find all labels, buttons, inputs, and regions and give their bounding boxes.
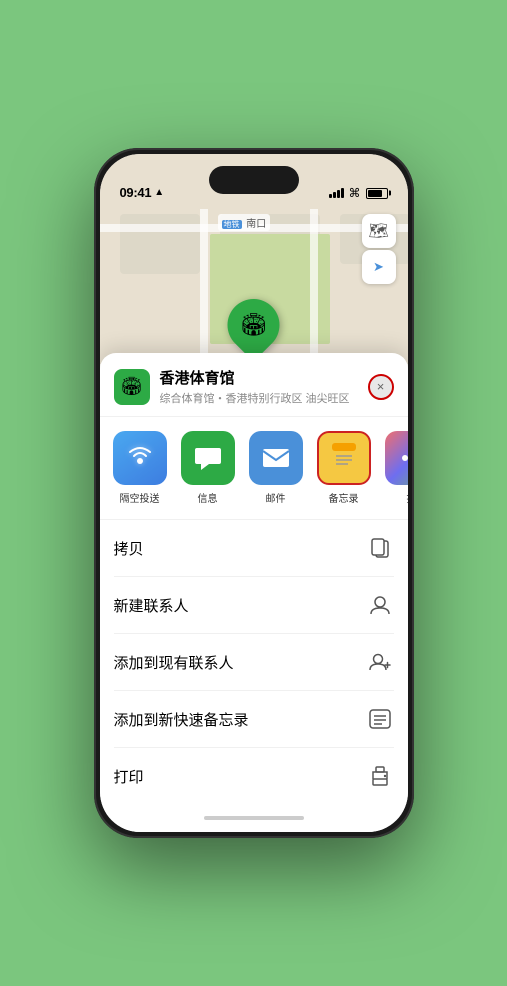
home-indicator	[100, 804, 408, 832]
mail-label: 邮件	[266, 490, 286, 505]
map-label-south: 地铁 南口	[218, 214, 271, 231]
airdrop-label: 隔空投送	[120, 490, 160, 505]
airdrop-icon	[126, 441, 154, 476]
signal-bar-4	[341, 188, 344, 198]
map-label-text: 南口	[246, 219, 266, 230]
wifi-icon: ⌘	[349, 186, 361, 200]
home-bar	[204, 816, 304, 820]
new-contact-icon	[366, 591, 394, 619]
message-label: 信息	[198, 490, 218, 505]
share-item-mail[interactable]: 邮件	[246, 431, 306, 505]
signal-bar-3	[337, 190, 340, 198]
location-info: 香港体育馆 综合体育馆・香港特别行政区 油尖旺区	[160, 367, 368, 406]
action-add-notes[interactable]: 添加到新快速备忘录	[114, 691, 394, 748]
print-icon	[366, 762, 394, 790]
signal-bars	[329, 188, 344, 198]
bottom-sheet: 🏟 香港体育馆 综合体育馆・香港特别行政区 油尖旺区 ×	[100, 353, 408, 832]
marker-emoji: 🏟	[240, 312, 268, 338]
location-header: 🏟 香港体育馆 综合体育馆・香港特别行政区 油尖旺区 ×	[100, 353, 408, 417]
location-arrow-btn-icon: ➤	[373, 259, 384, 275]
map-type-button[interactable]: 🗺	[362, 214, 396, 248]
battery-fill	[368, 190, 382, 197]
share-item-airdrop[interactable]: 隔空投送	[110, 431, 170, 505]
phone-frame: 09:41 ▲ ⌘	[94, 148, 414, 838]
action-add-existing-label: 添加到现有联系人	[114, 652, 234, 673]
share-item-notes[interactable]: 备忘录	[314, 431, 374, 505]
share-row: 隔空投送 信息	[100, 417, 408, 520]
status-time: 09:41	[120, 185, 152, 200]
notes-label: 备忘录	[329, 490, 359, 505]
map-controls: 🗺 ➤	[362, 214, 396, 284]
marker-pin: 🏟	[217, 288, 291, 362]
map-block-1	[120, 214, 200, 274]
map-label-badge: 地铁	[222, 220, 242, 229]
status-icons: ⌘	[329, 186, 388, 200]
map-type-icon: 🗺	[368, 221, 388, 241]
airdrop-icon-wrap	[113, 431, 167, 485]
action-copy-label: 拷贝	[114, 538, 144, 559]
location-button[interactable]: ➤	[362, 250, 396, 284]
location-icon-emoji: 🏟	[120, 376, 143, 397]
location-description: 综合体育馆・香港特别行政区 油尖旺区	[160, 390, 368, 406]
battery-icon	[366, 188, 388, 199]
close-button[interactable]: ×	[368, 374, 394, 400]
message-icon-wrap	[181, 431, 235, 485]
action-new-contact-label: 新建联系人	[114, 595, 189, 616]
location-card-icon: 🏟	[114, 369, 150, 405]
share-item-message[interactable]: 信息	[178, 431, 238, 505]
location-arrow-icon: ▲	[154, 187, 164, 198]
mail-icon-wrap	[249, 431, 303, 485]
share-item-more[interactable]: 推	[382, 431, 408, 505]
more-icon-wrap	[385, 431, 408, 485]
more-label: 推	[407, 490, 408, 505]
notes-icon-wrap	[317, 431, 371, 485]
location-name: 香港体育馆	[160, 367, 368, 388]
signal-bar-2	[333, 192, 336, 198]
close-icon: ×	[377, 379, 385, 394]
add-existing-icon	[366, 648, 394, 676]
copy-icon	[366, 534, 394, 562]
action-add-notes-label: 添加到新快速备忘录	[114, 709, 249, 730]
action-print-label: 打印	[114, 766, 144, 787]
action-list: 拷贝 新建联系人	[100, 520, 408, 804]
phone-screen: 09:41 ▲ ⌘	[100, 154, 408, 832]
action-new-contact[interactable]: 新建联系人	[114, 577, 394, 634]
add-notes-icon	[366, 705, 394, 733]
action-add-existing[interactable]: 添加到现有联系人	[114, 634, 394, 691]
action-print[interactable]: 打印	[114, 748, 394, 804]
signal-bar-1	[329, 194, 332, 198]
dynamic-island	[209, 166, 299, 194]
action-copy[interactable]: 拷贝	[114, 520, 394, 577]
